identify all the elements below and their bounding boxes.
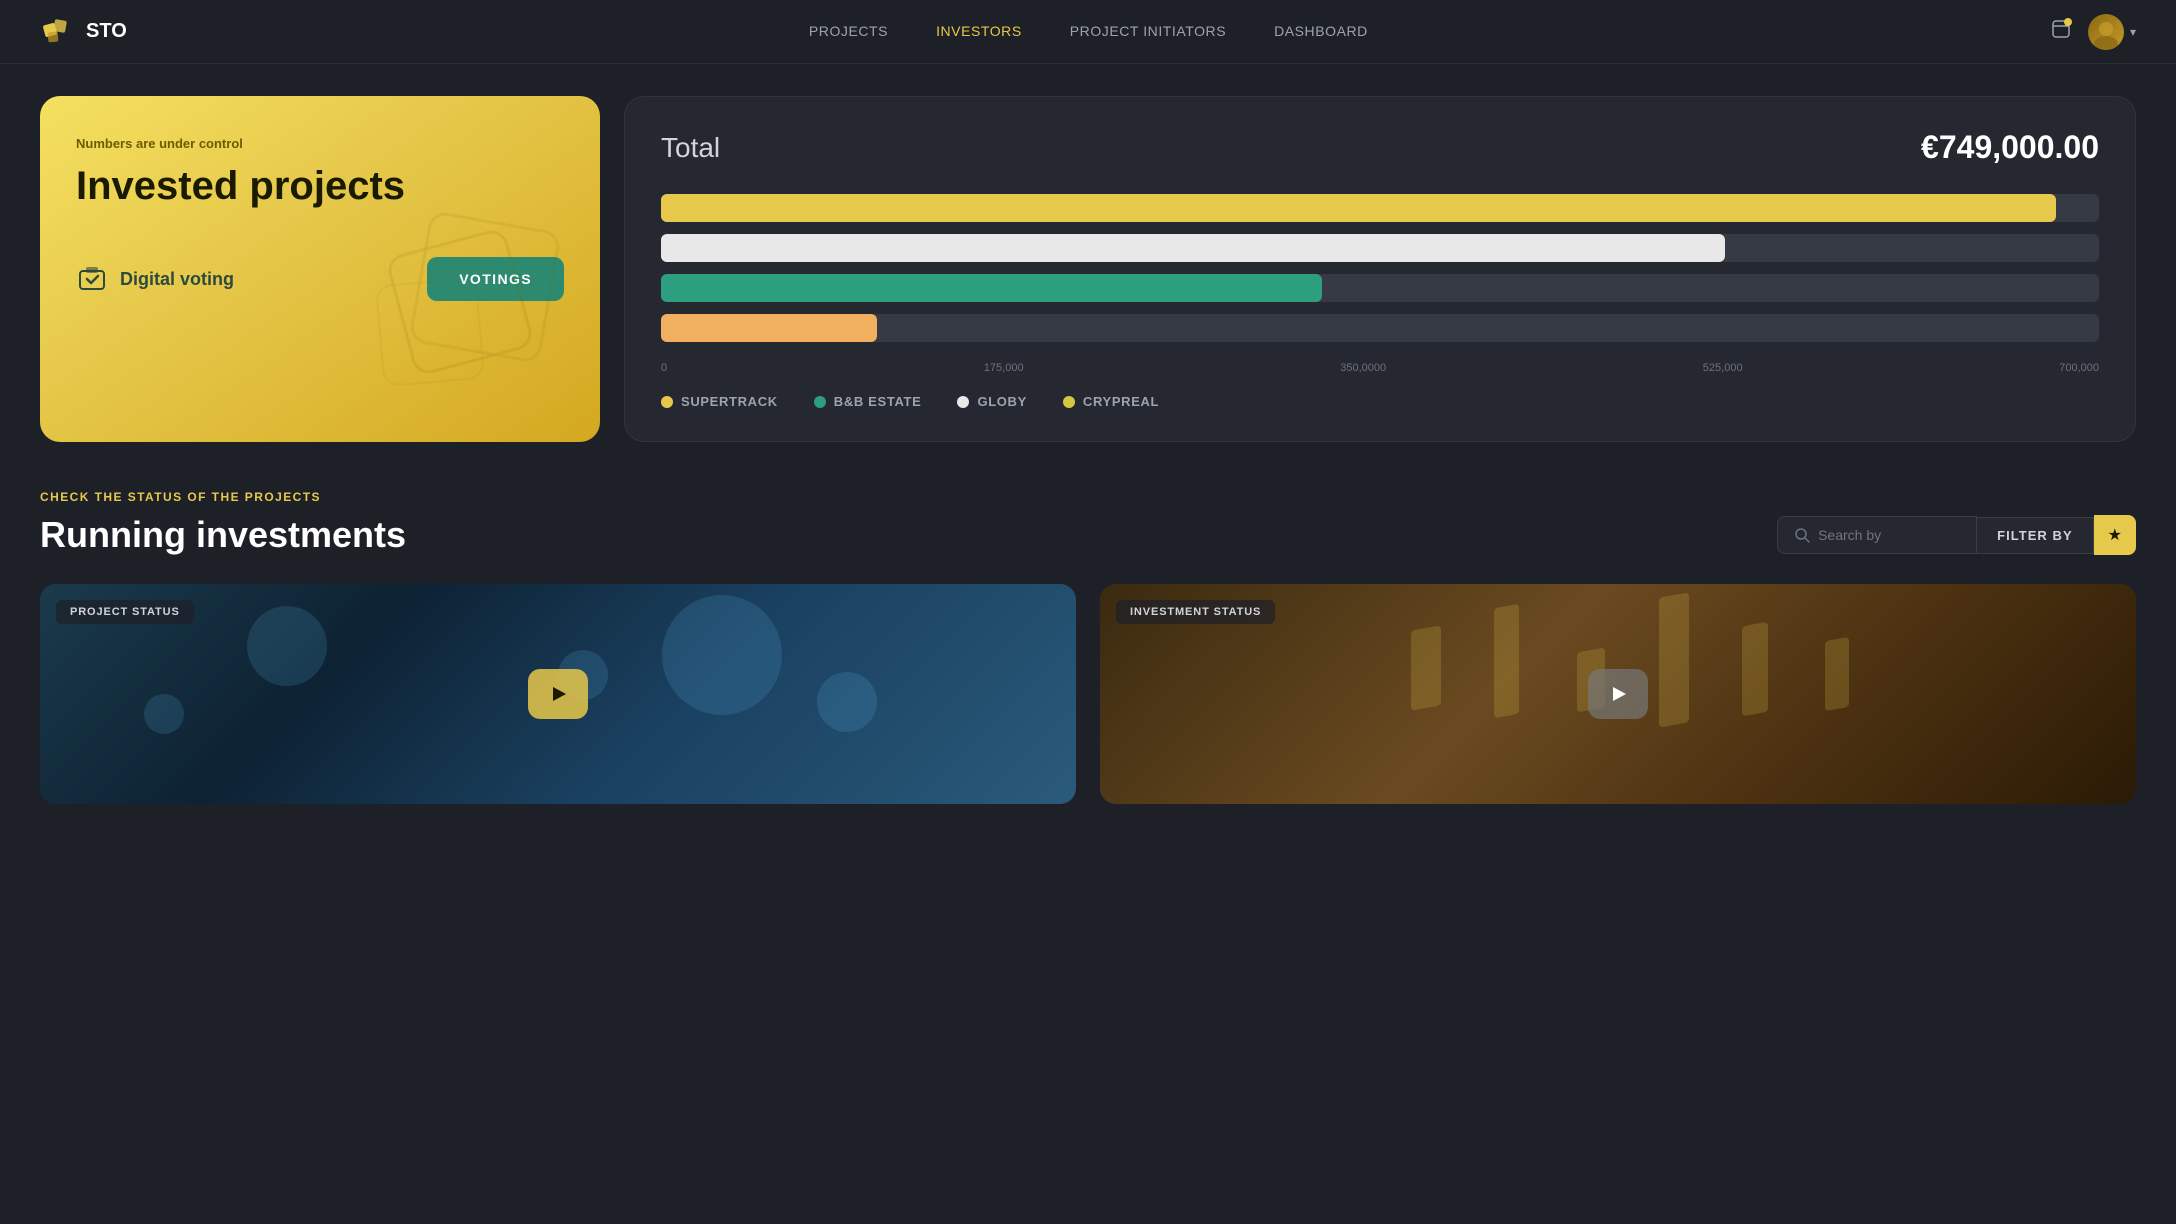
bar-globy (661, 234, 2099, 262)
main-content: Numbers are under control Invested proje… (0, 64, 2176, 836)
legend-supertrack: SUPERTRACK (661, 394, 778, 409)
nav-item-projects[interactable]: PROJECTS (809, 23, 888, 41)
logo-icon (40, 14, 76, 50)
bar-fill-crypreal (661, 194, 2056, 222)
legend-dot-globy (957, 396, 969, 408)
legend-dot-supertrack (661, 396, 673, 408)
axis-0: 0 (661, 362, 667, 374)
bar-fill-globy (661, 234, 1725, 262)
legend-globy: Globy (957, 394, 1026, 409)
notification-dot (2064, 18, 2072, 26)
axis-175: 175,000 (984, 362, 1024, 374)
legend-label-supertrack: SUPERTRACK (681, 394, 778, 409)
section-label: CHECK THE STATUS OF THE PROJECTS (40, 490, 2136, 504)
video-badge-1: PROJECT STATUS (56, 600, 194, 624)
nav-item-dashboard[interactable]: DASHBOARD (1274, 23, 1368, 41)
play-button-2[interactable] (1588, 669, 1648, 719)
axis-525: 525,000 (1703, 362, 1743, 374)
notification-button[interactable] (2050, 18, 2072, 46)
star-button[interactable]: ★ (2094, 515, 2136, 555)
top-section: Numbers are under control Invested proje… (40, 96, 2136, 442)
nav-right: ▾ (2050, 14, 2136, 50)
chart-total: €749,000.00 (1921, 129, 2099, 166)
voting-icon (76, 263, 108, 295)
play-icon-2 (1608, 684, 1628, 704)
play-button-1[interactable] (528, 669, 588, 719)
chart-card: Total €749,000.00 0 175,000 (624, 96, 2136, 442)
chart-header: Total €749,000.00 (661, 129, 2099, 166)
search-box[interactable] (1777, 516, 1977, 554)
section-header: Running investments FILTER BY ★ (40, 514, 2136, 556)
avatar (2088, 14, 2124, 50)
bar-bbestate (661, 274, 2099, 302)
bar-fill-supertrack (661, 314, 877, 342)
bar-fill-bbestate (661, 274, 1322, 302)
axis-350: 350,0000 (1340, 362, 1386, 374)
logo[interactable]: STO (40, 14, 127, 50)
search-filter-row: FILTER BY ★ (1777, 515, 2136, 555)
chart-legend: SUPERTRACK B&B estate Globy Crypreal (661, 394, 2099, 409)
filter-button[interactable]: FILTER BY (1977, 517, 2094, 554)
brand-name: STO (86, 20, 127, 43)
legend-label-bbestate: B&B estate (834, 394, 922, 409)
nav-links: PROJECTS INVESTORS PROJECT INITIATORS DA… (809, 23, 1368, 41)
bar-chart (661, 194, 2099, 342)
bar-supertrack (661, 314, 2099, 342)
search-icon (1794, 527, 1810, 543)
hero-subtitle: Numbers are under control (76, 136, 564, 151)
nav-link-dashboard[interactable]: DASHBOARD (1274, 23, 1368, 39)
legend-label-crypreal: Crypreal (1083, 394, 1159, 409)
voting-text: Digital voting (120, 269, 234, 290)
hero-bg-decoration (360, 202, 600, 442)
chevron-down-icon: ▾ (2130, 25, 2136, 39)
user-menu[interactable]: ▾ (2088, 14, 2136, 50)
video-grid: PROJECT STATUS INVESTMENT (40, 584, 2136, 804)
legend-dot-bbestate (814, 396, 826, 408)
legend-bbestate: B&B estate (814, 394, 922, 409)
chart-title: Total (661, 132, 720, 164)
bar-crypreal (661, 194, 2099, 222)
avatar-image (2088, 14, 2124, 50)
play-icon-1 (548, 684, 568, 704)
search-input[interactable] (1818, 527, 1958, 543)
nav-link-projects[interactable]: PROJECTS (809, 23, 888, 39)
hero-card: Numbers are under control Invested proje… (40, 96, 600, 442)
axis-700: 700,000 (2059, 362, 2099, 374)
nav-link-investors[interactable]: INVESTORS (936, 23, 1022, 39)
legend-label-globy: Globy (977, 394, 1026, 409)
video-card-2: INVESTMENT STATUS (1100, 584, 2136, 804)
video-card-1: PROJECT STATUS (40, 584, 1076, 804)
section-title: Running investments (40, 514, 406, 556)
legend-dot-crypreal (1063, 396, 1075, 408)
nav-item-project-initiators[interactable]: PROJECT INITIATORS (1070, 23, 1226, 41)
chart-axis: 0 175,000 350,0000 525,000 700,000 (661, 362, 2099, 374)
nav-item-investors[interactable]: INVESTORS (936, 23, 1022, 41)
legend-crypreal: Crypreal (1063, 394, 1159, 409)
navbar: STO PROJECTS INVESTORS PROJECT INITIATOR… (0, 0, 2176, 64)
nav-link-project-initiators[interactable]: PROJECT INITIATORS (1070, 23, 1226, 39)
video-badge-2: INVESTMENT STATUS (1116, 600, 1275, 624)
digital-voting-label: Digital voting (76, 263, 234, 295)
